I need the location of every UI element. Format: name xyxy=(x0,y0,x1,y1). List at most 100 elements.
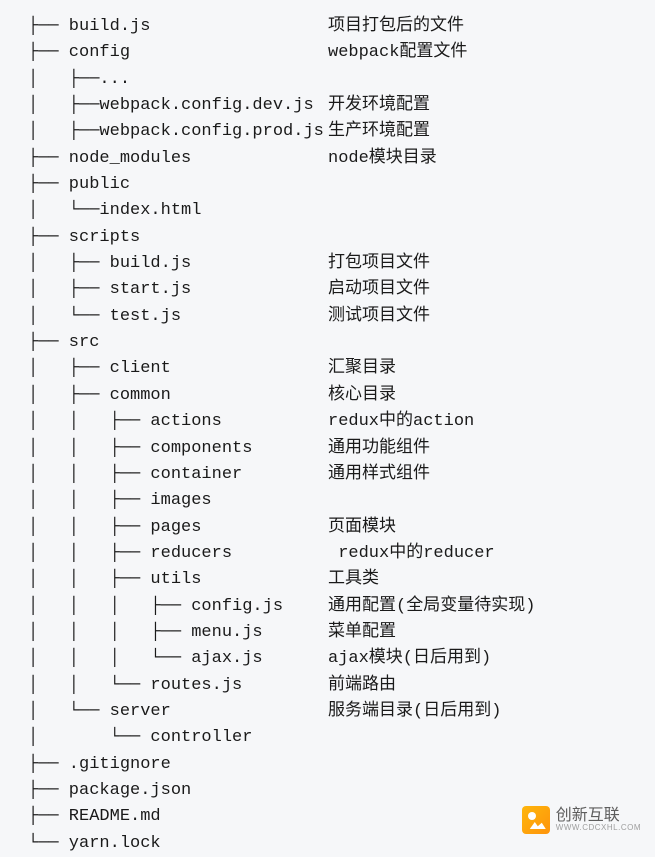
tree-path: │ └── controller xyxy=(28,725,328,751)
watermark-text: 创新互联 WWW.CDCXHL.COM xyxy=(556,807,641,833)
tree-description xyxy=(328,752,655,778)
watermark-main: 创新互联 xyxy=(556,807,641,825)
tree-path: │ ├── client xyxy=(28,356,328,382)
tree-row: │ │ └── routes.js前端路由 xyxy=(28,673,655,699)
watermark: 创新互联 WWW.CDCXHL.COM xyxy=(522,806,641,834)
tree-path: │ │ │ └── ajax.js xyxy=(28,646,328,672)
tree-description xyxy=(328,330,655,356)
tree-description: 测试项目文件 xyxy=(328,304,655,330)
tree-description: 生产环境配置 xyxy=(328,119,655,145)
tree-row: ├── scripts xyxy=(28,225,655,251)
tree-path: └── yarn.lock xyxy=(28,831,328,857)
tree-path: │ ├──webpack.config.prod.js xyxy=(28,119,328,145)
tree-row: │ │ │ ├── config.js通用配置(全局变量待实现) xyxy=(28,594,655,620)
tree-description xyxy=(328,778,655,804)
tree-row: │ └──index.html xyxy=(28,198,655,224)
tree-row: │ │ │ └── ajax.jsajax模块(日后用到) xyxy=(28,646,655,672)
tree-row: │ │ │ ├── menu.js菜单配置 xyxy=(28,620,655,646)
tree-description: 服务端目录(日后用到) xyxy=(328,699,655,725)
tree-description: 核心目录 xyxy=(328,383,655,409)
tree-description: 菜单配置 xyxy=(328,620,655,646)
tree-path: │ ├──... xyxy=(28,67,328,93)
tree-description: 启动项目文件 xyxy=(328,277,655,303)
tree-row: │ │ ├── actionsredux中的action xyxy=(28,409,655,435)
tree-row: │ └── controller xyxy=(28,725,655,751)
tree-path: │ └── test.js xyxy=(28,304,328,330)
tree-description xyxy=(328,225,655,251)
tree-path: ├── build.js xyxy=(28,14,328,40)
tree-description: 通用功能组件 xyxy=(328,436,655,462)
tree-row: └── yarn.lock xyxy=(28,831,655,857)
tree-path: │ │ ├── pages xyxy=(28,515,328,541)
tree-description: 汇聚目录 xyxy=(328,356,655,382)
tree-row: │ └── test.js测试项目文件 xyxy=(28,304,655,330)
tree-row: ├── configwebpack配置文件 xyxy=(28,40,655,66)
tree-description xyxy=(328,725,655,751)
tree-path: │ │ │ ├── menu.js xyxy=(28,620,328,646)
tree-path: │ │ ├── utils xyxy=(28,567,328,593)
tree-description xyxy=(328,831,655,857)
tree-path: ├── node_modules xyxy=(28,146,328,172)
tree-path: ├── scripts xyxy=(28,225,328,251)
tree-path: │ ├── start.js xyxy=(28,277,328,303)
watermark-logo-icon xyxy=(522,806,550,834)
tree-path: │ │ ├── components xyxy=(28,436,328,462)
tree-path: ├── .gitignore xyxy=(28,752,328,778)
tree-row: │ ├── client汇聚目录 xyxy=(28,356,655,382)
tree-row: │ │ ├── container通用样式组件 xyxy=(28,462,655,488)
tree-row: │ ├──... xyxy=(28,67,655,93)
tree-description: ajax模块(日后用到) xyxy=(328,646,655,672)
tree-row: │ │ ├── images xyxy=(28,488,655,514)
tree-path: ├── package.json xyxy=(28,778,328,804)
tree-row: │ ├──webpack.config.dev.js开发环境配置 xyxy=(28,93,655,119)
tree-row: ├── public xyxy=(28,172,655,198)
tree-path: ├── src xyxy=(28,330,328,356)
tree-path: │ ├──webpack.config.dev.js xyxy=(28,93,328,119)
tree-description: 开发环境配置 xyxy=(328,93,655,119)
tree-description: webpack配置文件 xyxy=(328,40,655,66)
tree-path: ├── public xyxy=(28,172,328,198)
tree-description: 工具类 xyxy=(328,567,655,593)
tree-row: │ │ ├── utils工具类 xyxy=(28,567,655,593)
tree-description: redux中的reducer xyxy=(328,541,655,567)
tree-row: ├── build.js项目打包后的文件 xyxy=(28,14,655,40)
tree-row: │ └── server服务端目录(日后用到) xyxy=(28,699,655,725)
tree-description xyxy=(328,198,655,224)
tree-description: 通用配置(全局变量待实现) xyxy=(328,594,655,620)
tree-path: │ │ ├── actions xyxy=(28,409,328,435)
watermark-sub: WWW.CDCXHL.COM xyxy=(556,824,641,833)
tree-row: │ │ ├── components通用功能组件 xyxy=(28,436,655,462)
tree-path: │ │ ├── reducers xyxy=(28,541,328,567)
tree-row: ├── node_modulesnode模块目录 xyxy=(28,146,655,172)
tree-description: 页面模块 xyxy=(328,515,655,541)
tree-row: │ │ ├── reducers redux中的reducer xyxy=(28,541,655,567)
tree-path: ├── README.md xyxy=(28,804,328,830)
tree-path: │ │ ├── container xyxy=(28,462,328,488)
tree-path: │ └──index.html xyxy=(28,198,328,224)
tree-row: ├── package.json xyxy=(28,778,655,804)
tree-path: │ └── server xyxy=(28,699,328,725)
tree-path: │ ├── common xyxy=(28,383,328,409)
file-tree: ├── build.js项目打包后的文件├── configwebpack配置文… xyxy=(0,14,655,857)
tree-description: 项目打包后的文件 xyxy=(328,14,655,40)
tree-description xyxy=(328,67,655,93)
tree-description: 前端路由 xyxy=(328,673,655,699)
tree-row: ├── src xyxy=(28,330,655,356)
tree-path: │ │ │ ├── config.js xyxy=(28,594,328,620)
tree-path: ├── config xyxy=(28,40,328,66)
tree-description: node模块目录 xyxy=(328,146,655,172)
tree-path: │ │ └── routes.js xyxy=(28,673,328,699)
tree-row: │ ├── build.js打包项目文件 xyxy=(28,251,655,277)
tree-path: │ ├── build.js xyxy=(28,251,328,277)
tree-description xyxy=(328,172,655,198)
tree-row: │ ├── common核心目录 xyxy=(28,383,655,409)
tree-row: │ ├──webpack.config.prod.js生产环境配置 xyxy=(28,119,655,145)
tree-description: 通用样式组件 xyxy=(328,462,655,488)
tree-path: │ │ ├── images xyxy=(28,488,328,514)
tree-row: │ │ ├── pages页面模块 xyxy=(28,515,655,541)
tree-description: 打包项目文件 xyxy=(328,251,655,277)
tree-description: redux中的action xyxy=(328,409,655,435)
tree-row: │ ├── start.js启动项目文件 xyxy=(28,277,655,303)
tree-description xyxy=(328,488,655,514)
tree-row: ├── .gitignore xyxy=(28,752,655,778)
